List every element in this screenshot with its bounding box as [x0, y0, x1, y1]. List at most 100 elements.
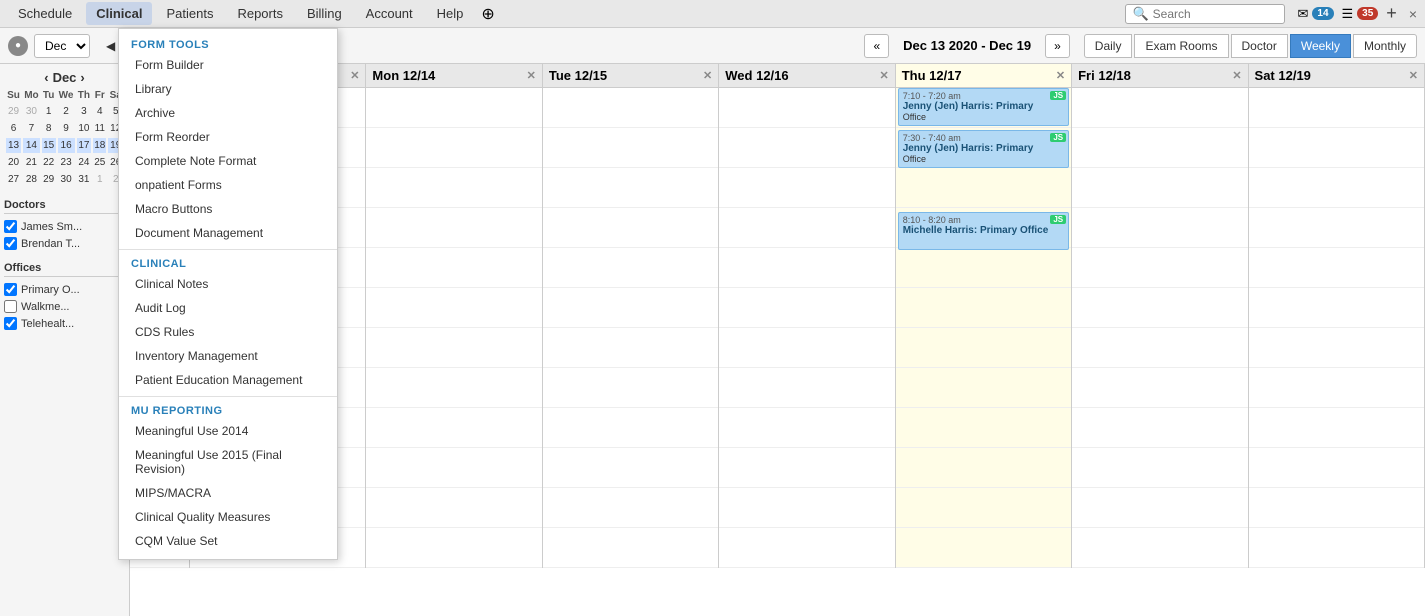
cal-col-sat[interactable]	[1249, 88, 1425, 568]
offices-title: Offices	[4, 260, 125, 277]
mini-cal-day[interactable]: 9	[58, 121, 75, 136]
cal-col-tue[interactable]	[543, 88, 719, 568]
nav-help[interactable]: Help	[427, 2, 474, 25]
mini-cal-day[interactable]: 25	[93, 155, 106, 170]
dropdown-clinical-quality-measures[interactable]: Clinical Quality Measures	[119, 505, 337, 529]
mini-cal-day[interactable]: 30	[23, 104, 40, 119]
mini-cal-day[interactable]: 11	[93, 121, 106, 136]
mini-cal-day[interactable]: 20	[6, 155, 21, 170]
dropdown-clinical-notes[interactable]: Clinical Notes	[119, 272, 337, 296]
dropdown-inventory-management[interactable]: Inventory Management	[119, 344, 337, 368]
mini-cal-next[interactable]: ›	[80, 70, 84, 85]
mini-cal-day[interactable]: 13	[6, 138, 21, 153]
mini-cal-day[interactable]: 1	[42, 104, 56, 119]
view-exam-rooms[interactable]: Exam Rooms	[1134, 34, 1228, 58]
office-item-3: Telehealt...	[4, 315, 125, 332]
cal-header-sat: Sat 12/19 ✕	[1249, 64, 1425, 87]
mini-cal-day[interactable]: 15	[42, 138, 56, 153]
nav-billing[interactable]: Billing	[297, 2, 352, 25]
dropdown-divider-1	[119, 249, 337, 250]
office-2-checkbox[interactable]	[4, 300, 17, 313]
sat-close[interactable]: ✕	[1409, 69, 1418, 82]
search-input[interactable]	[1153, 7, 1273, 21]
mini-cal-day[interactable]: 7	[23, 121, 40, 136]
wed-label: Wed 12/16	[725, 68, 788, 83]
doctor-2-checkbox[interactable]	[4, 237, 17, 250]
view-weekly[interactable]: Weekly	[1290, 34, 1351, 58]
mini-cal-day[interactable]: 4	[93, 104, 106, 119]
mini-cal-day[interactable]: 2	[58, 104, 75, 119]
dropdown-form-builder[interactable]: Form Builder	[119, 53, 337, 77]
nav-patients[interactable]: Patients	[156, 2, 223, 25]
office-1-checkbox[interactable]	[4, 283, 17, 296]
dropdown-complete-note-format[interactable]: Complete Note Format	[119, 149, 337, 173]
sun-close[interactable]: ✕	[350, 69, 359, 82]
dropdown-mips-macra[interactable]: MIPS/MACRA	[119, 481, 337, 505]
dropdown-patient-education[interactable]: Patient Education Management	[119, 368, 337, 392]
tue-close[interactable]: ✕	[703, 69, 712, 82]
dropdown-document-management[interactable]: Document Management	[119, 221, 337, 245]
view-monthly[interactable]: Monthly	[1353, 34, 1417, 58]
dropdown-meaningful-use-2015[interactable]: Meaningful Use 2015 (Final Revision)	[119, 443, 337, 481]
appointment-thu-1[interactable]: JS 7:10 - 7:20 am Jenny (Jen) Harris: Pr…	[898, 88, 1069, 126]
mini-cal-day[interactable]: 21	[23, 155, 40, 170]
add-icon[interactable]: +	[1386, 3, 1397, 24]
mini-cal-day[interactable]: 16	[58, 138, 75, 153]
alert-icon[interactable]: ☰	[1342, 6, 1354, 22]
doctor-1-checkbox[interactable]	[4, 220, 17, 233]
mini-cal-day[interactable]: 29	[42, 172, 56, 187]
view-doctor[interactable]: Doctor	[1231, 34, 1288, 58]
mon-close[interactable]: ✕	[527, 69, 536, 82]
mini-cal-day[interactable]: 22	[42, 155, 56, 170]
cal-col-mon[interactable]	[366, 88, 542, 568]
mini-cal-day[interactable]: 28	[23, 172, 40, 187]
mini-cal-day[interactable]: 31	[77, 172, 91, 187]
office-3-checkbox[interactable]	[4, 317, 17, 330]
mini-cal-day[interactable]: 3	[77, 104, 91, 119]
prev-week-button[interactable]: «	[864, 34, 889, 58]
appointment-name-3: Michelle Harris: Primary Office	[903, 225, 1064, 236]
dropdown-meaningful-use-2014[interactable]: Meaningful Use 2014	[119, 419, 337, 443]
dropdown-cds-rules[interactable]: CDS Rules	[119, 320, 337, 344]
appointment-thu-2[interactable]: JS 7:30 - 7:40 am Jenny (Jen) Harris: Pr…	[898, 130, 1069, 168]
mini-cal-day[interactable]: 27	[6, 172, 21, 187]
next-week-button[interactable]: »	[1045, 34, 1070, 58]
cal-col-thu[interactable]: JS 7:10 - 7:20 am Jenny (Jen) Harris: Pr…	[896, 88, 1072, 568]
cal-col-fri[interactable]	[1072, 88, 1248, 568]
mini-cal-day[interactable]: 8	[42, 121, 56, 136]
dropdown-library[interactable]: Library	[119, 77, 337, 101]
nav-account[interactable]: Account	[356, 2, 423, 25]
month-select[interactable]: Dec Jan	[34, 34, 90, 58]
nav-reports[interactable]: Reports	[227, 2, 293, 25]
dropdown-macro-buttons[interactable]: Macro Buttons	[119, 197, 337, 221]
mini-cal-day[interactable]: 1	[93, 172, 106, 187]
cal-header-fri: Fri 12/18 ✕	[1072, 64, 1248, 87]
mini-cal-day[interactable]: 6	[6, 121, 21, 136]
dropdown-form-reorder[interactable]: Form Reorder	[119, 125, 337, 149]
message-icon[interactable]: ✉	[1297, 6, 1308, 22]
mini-cal-day[interactable]: 30	[58, 172, 75, 187]
mini-cal-day[interactable]: 18	[93, 138, 106, 153]
appointment-thu-3[interactable]: JS 8:10 - 8:20 am Michelle Harris: Prima…	[898, 212, 1069, 250]
dropdown-archive[interactable]: Archive	[119, 101, 337, 125]
mini-cal-day[interactable]: 24	[77, 155, 91, 170]
cal-header-thu: Thu 12/17 ✕	[896, 64, 1072, 87]
dropdown-audit-log[interactable]: Audit Log	[119, 296, 337, 320]
cal-col-wed[interactable]	[719, 88, 895, 568]
wed-close[interactable]: ✕	[879, 69, 888, 82]
nav-clinical[interactable]: Clinical	[86, 2, 152, 25]
dropdown-onpatient-forms[interactable]: onpatient Forms	[119, 173, 337, 197]
mini-cal-day[interactable]: 14	[23, 138, 40, 153]
mini-cal-day[interactable]: 29	[6, 104, 21, 119]
nav-schedule[interactable]: Schedule	[8, 2, 82, 25]
mini-cal-day[interactable]: 23	[58, 155, 75, 170]
mini-cal-day[interactable]: 10	[77, 121, 91, 136]
mini-cal-day[interactable]: 17	[77, 138, 91, 153]
mini-cal-prev[interactable]: ‹	[44, 70, 48, 85]
fri-close[interactable]: ✕	[1232, 69, 1241, 82]
close-tab-icon[interactable]: ×	[1409, 6, 1417, 22]
view-daily[interactable]: Daily	[1084, 34, 1133, 58]
thu-close[interactable]: ✕	[1056, 69, 1065, 82]
dropdown-cqm-value-set[interactable]: CQM Value Set	[119, 529, 337, 553]
nav-extra-icon[interactable]: ⊕	[481, 4, 494, 24]
